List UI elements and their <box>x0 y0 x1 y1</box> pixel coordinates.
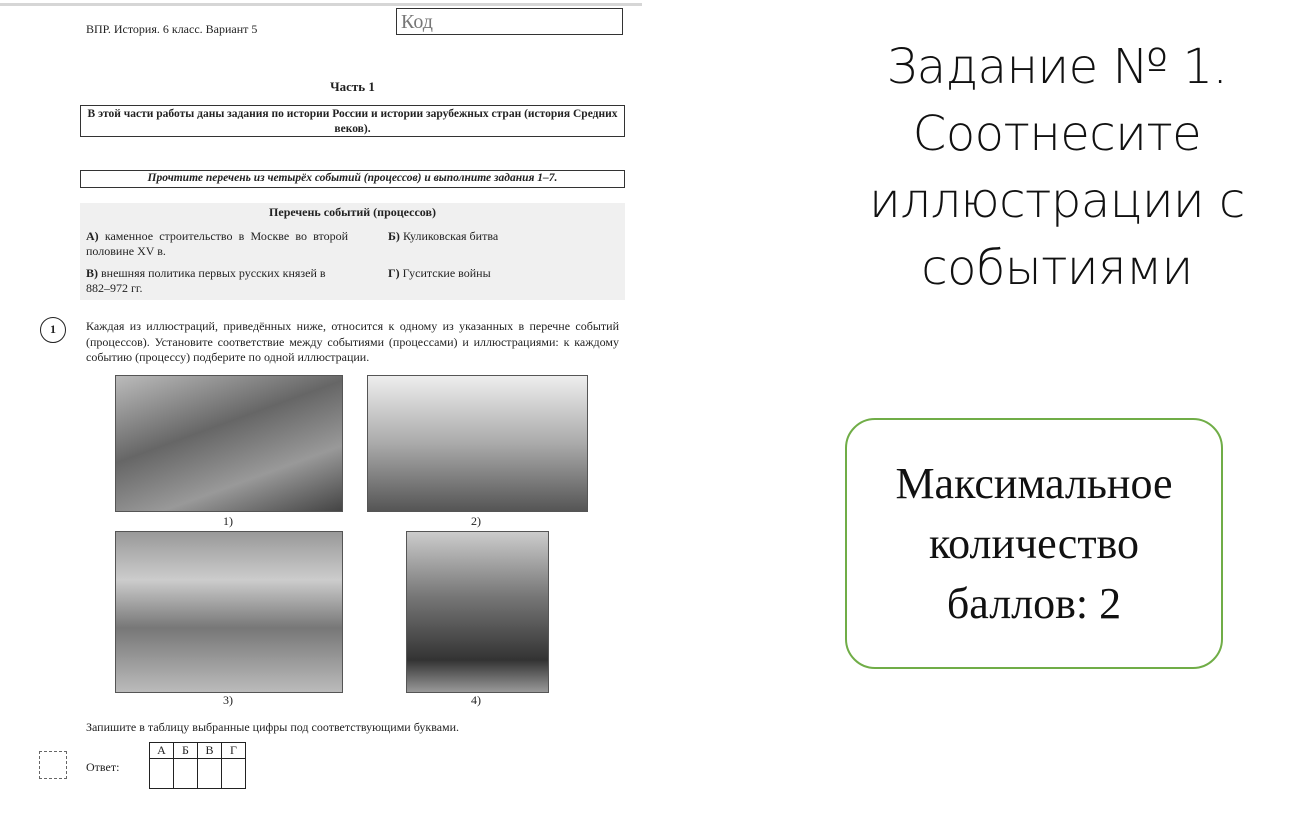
illustration-label-2: 2) <box>471 514 481 528</box>
answer-table: АБВГ <box>149 742 246 789</box>
illustration-2 <box>367 375 588 512</box>
event-a: А) каменное строительство в Москве во вт… <box>86 229 348 258</box>
illustration-1 <box>115 375 343 512</box>
answer-header: Б <box>173 742 198 759</box>
slide-title: Задание № 1. Соотнесите иллюстрации с со… <box>869 39 1245 296</box>
event-v: В) внешняя политика первых русских князе… <box>86 266 326 295</box>
max-score-text: Максимальное количество баллов: 2 <box>895 458 1173 628</box>
score-box <box>39 751 67 779</box>
illustration-label-4: 4) <box>471 693 481 707</box>
answer-header: В <box>197 742 222 759</box>
top-divider <box>0 3 642 6</box>
answer-header: А <box>149 742 174 759</box>
event-g: Г) Гуситские войны <box>388 266 491 280</box>
answer-label: Ответ: <box>86 760 120 774</box>
illustration-label-1: 1) <box>223 514 233 528</box>
answer-cell[interactable] <box>149 758 174 789</box>
code-field: Код <box>396 8 623 35</box>
task-number: 1 <box>40 317 66 343</box>
part-description: В этой части работы даны задания по исто… <box>80 105 625 137</box>
task-text: Каждая из иллюстраций, приведённых ниже,… <box>86 319 619 364</box>
events-list: Перечень событий (процессов) А) каменное… <box>80 203 625 300</box>
instruction-box: Прочтите перечень из четырёх событий (пр… <box>80 170 625 188</box>
illustration-label-3: 3) <box>223 693 233 707</box>
answer-header: Г <box>221 742 246 759</box>
answer-cell[interactable] <box>197 758 222 789</box>
part-title: Часть 1 <box>330 79 375 94</box>
events-list-title: Перечень событий (процессов) <box>269 205 436 219</box>
illustration-4 <box>406 531 549 693</box>
event-b: Б) Куликовская битва <box>388 229 499 243</box>
answer-cell[interactable] <box>173 758 198 789</box>
answer-instruction: Запишите в таблицу выбранные цифры под с… <box>86 720 460 734</box>
max-score-box: Максимальное количество баллов: 2 <box>845 418 1223 669</box>
doc-header: ВПР. История. 6 класс. Вариант 5 <box>86 22 258 36</box>
answer-cell[interactable] <box>221 758 246 789</box>
illustration-3 <box>115 531 343 693</box>
